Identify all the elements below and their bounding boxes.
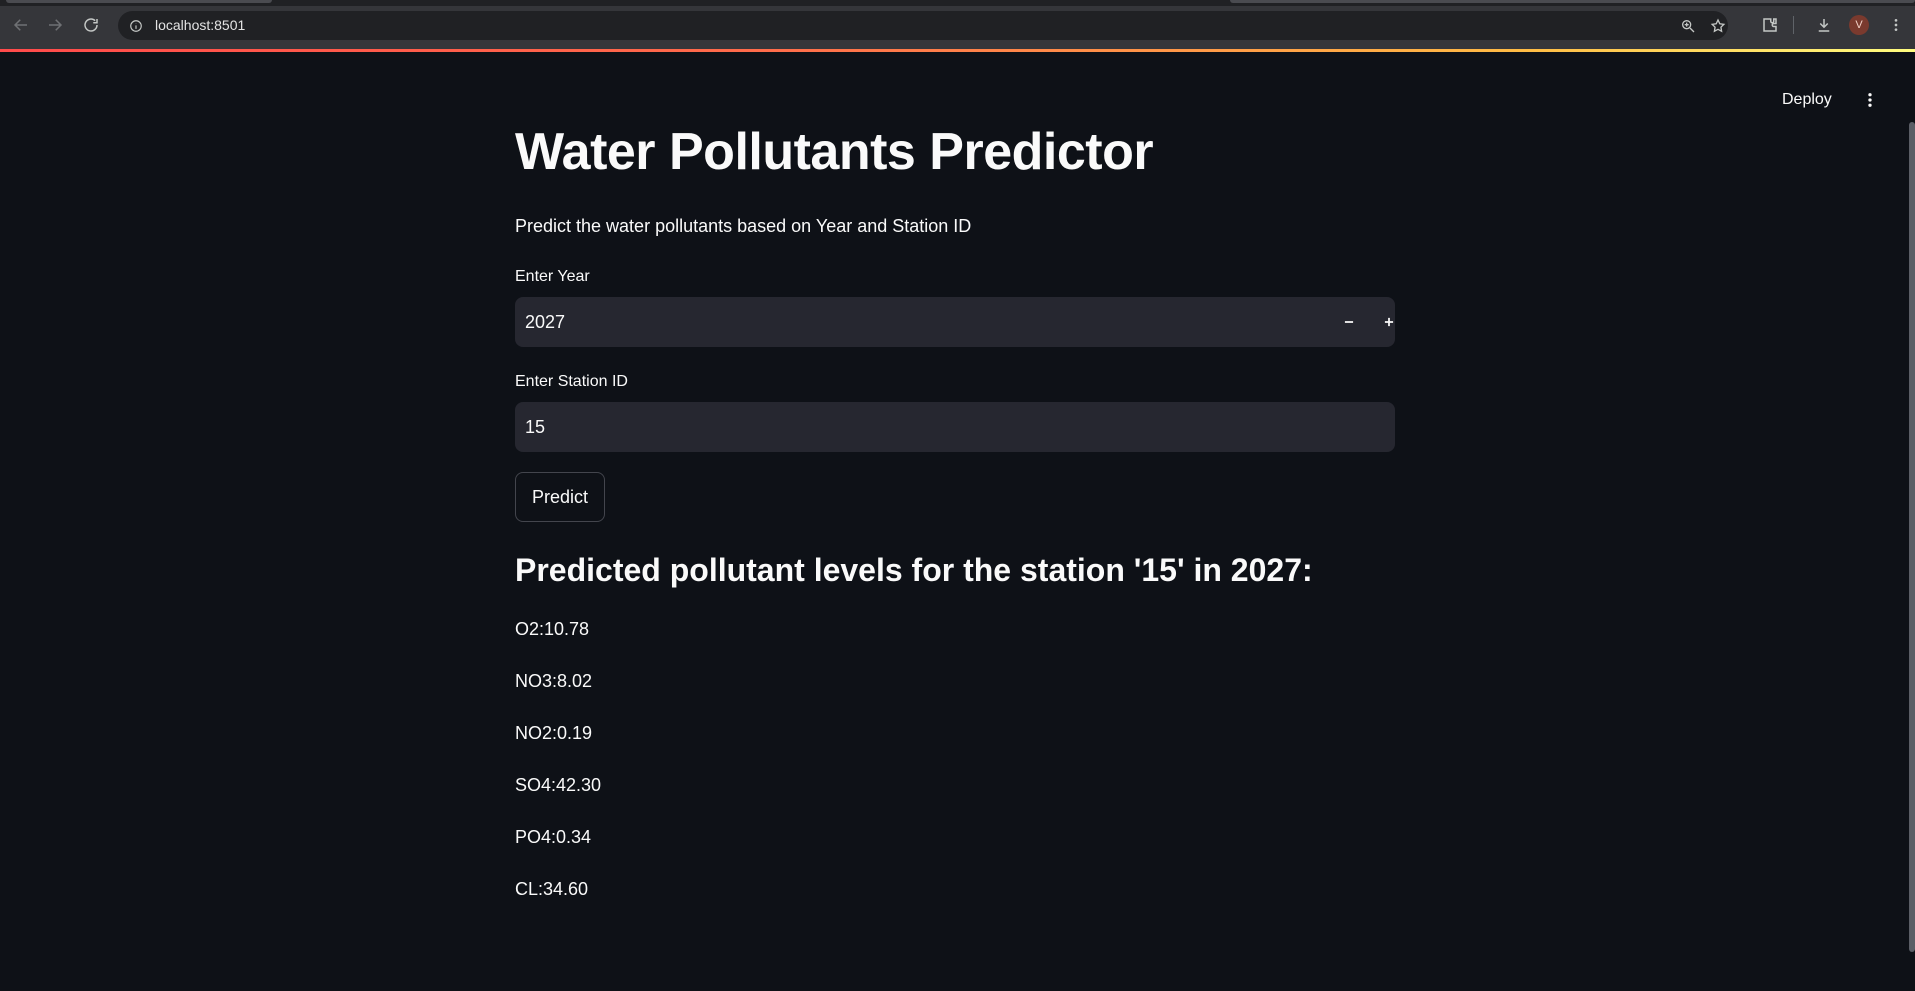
tab-strip — [0, 0, 1915, 6]
back-button[interactable] — [8, 12, 34, 38]
forward-button[interactable] — [42, 12, 68, 38]
page-title: Water Pollutants Predictor — [515, 123, 1154, 181]
arrow-left-icon — [13, 19, 27, 31]
plus-icon — [1384, 317, 1394, 327]
bookmark-star-icon[interactable] — [1708, 16, 1728, 36]
predict-button[interactable]: Predict — [515, 472, 605, 522]
zoom-icon[interactable] — [1678, 16, 1698, 36]
result-so4: SO4:42.30 — [515, 775, 602, 795]
app-viewport: Deploy Water Pollutants Predictor Predic… — [0, 52, 1915, 991]
browser-menu-icon[interactable] — [1884, 13, 1908, 37]
browser-chrome: localhost:8501 V — [0, 0, 1915, 52]
url-text[interactable]: localhost:8501 — [155, 17, 245, 33]
reload-icon — [84, 18, 98, 32]
year-decrement-button[interactable] — [1333, 306, 1365, 338]
year-increment-button[interactable] — [1373, 306, 1405, 338]
deploy-button[interactable]: Deploy — [1772, 82, 1842, 118]
tab-edge[interactable] — [6, 0, 272, 3]
toolbar-separator — [1793, 16, 1794, 34]
minus-icon — [1344, 321, 1354, 323]
page-subtitle: Predict the water pollutants based on Ye… — [515, 216, 972, 236]
arrow-right-icon — [49, 19, 63, 31]
result-no2: NO2:0.19 — [515, 723, 593, 743]
result-po4: PO4:0.34 — [515, 827, 592, 847]
year-field-label: Enter Year — [515, 268, 590, 285]
address-bar[interactable]: localhost:8501 — [118, 11, 1728, 40]
year-input[interactable] — [525, 297, 1125, 347]
scrollbar-thumb[interactable] — [1909, 122, 1915, 952]
station-field-label: Enter Station ID — [515, 373, 628, 390]
site-info-icon[interactable] — [126, 16, 146, 36]
main-menu-button[interactable] — [1858, 84, 1882, 116]
result-no3: NO3:8.02 — [515, 671, 593, 691]
result-cl: CL:34.60 — [515, 879, 589, 899]
station-text-input[interactable] — [515, 402, 1395, 452]
result-o2: O2:10.78 — [515, 619, 590, 639]
result-heading: Predicted pollutant levels for the stati… — [515, 552, 1313, 588]
year-number-input[interactable] — [515, 297, 1395, 347]
download-icon[interactable] — [1812, 13, 1836, 37]
more-vertical-icon — [1868, 93, 1872, 107]
profile-avatar[interactable]: V — [1849, 15, 1869, 35]
reload-button[interactable] — [78, 12, 104, 38]
extensions-icon[interactable] — [1758, 13, 1782, 37]
station-input[interactable] — [525, 402, 1125, 452]
tab-edge[interactable] — [1230, 0, 1915, 3]
